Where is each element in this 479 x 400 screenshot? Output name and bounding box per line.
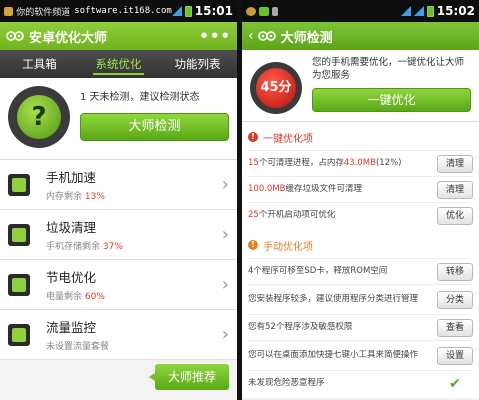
manual-optimize-section: ! 手动优化项 4个程序可移至SD卡，释放ROM空间 转移 您安装程序较多，建议…	[242, 230, 479, 398]
tab-feature-list[interactable]: 功能列表	[158, 50, 237, 78]
list-item: 15个可清理进程，占内存43.0MB(12%) 清理	[248, 150, 473, 176]
menu-item-title: 手机加速	[46, 170, 97, 185]
signal-icon	[413, 6, 424, 16]
move-to-sd-button[interactable]: 转移	[437, 262, 473, 281]
menu-item-junk-clean[interactable]: 垃圾清理 手机存储剩余 37% ›	[0, 210, 237, 260]
chevron-right-icon: ›	[221, 224, 229, 245]
list-item: 25个开机启动项可优化 优化	[248, 202, 473, 228]
menu-item-title: 流量监控	[46, 320, 97, 335]
menu-item-title: 垃圾清理	[46, 220, 97, 235]
item-text: 个可清理进程，占内存	[258, 158, 344, 168]
list-item: 您安装程序较多，建议使用程序分类进行管理 分类	[248, 284, 473, 314]
check-hint: 1 天未检测，建议检测状态	[80, 92, 200, 103]
owl-logo-icon	[257, 31, 276, 41]
one-click-optimize-button[interactable]: 一键优化	[312, 88, 471, 112]
list-item: 100.0MB缓存垃圾文件可清理 清理	[248, 176, 473, 202]
item-size: 100.0MB	[248, 184, 286, 194]
optimize-startup-button[interactable]: 优化	[437, 206, 473, 225]
menu-item-sub: 内存剩余	[46, 192, 85, 202]
left-phone-screen: 你的软件频道 software.it168.com 15:01 安卓优化大师 •…	[0, 0, 237, 400]
menu-item-sub: 手机存储剩余	[46, 242, 103, 252]
status-bar: 15:02	[242, 0, 479, 22]
chevron-right-icon: ›	[221, 174, 229, 195]
item-text: 个开机启动项可优化	[258, 210, 336, 220]
menu-item-sub: 电量剩余	[46, 292, 85, 302]
status-ring: ?	[8, 86, 70, 148]
app-title: 安卓优化大师	[29, 30, 108, 46]
warning-icon: !	[248, 240, 258, 250]
battery-icon	[426, 5, 434, 17]
view-permissions-button[interactable]: 查看	[437, 318, 473, 337]
menu-item-traffic-monitor[interactable]: 流量监控 未设置流量套餐 ›	[0, 310, 237, 360]
item-text: 缓存垃圾文件可清理	[285, 184, 363, 194]
status-time: 15:01	[194, 4, 233, 18]
phone-speed-icon	[8, 173, 30, 196]
status-bar: 你的软件频道 software.it168.com 15:01	[0, 0, 237, 22]
item-text: 您可以在桌面添加快捷七键小工具来简便操作	[248, 350, 419, 360]
menu-item-value: 37%	[102, 242, 123, 252]
item-text: 您安装程序较多，建议使用程序分类进行管理	[248, 294, 419, 304]
clean-cache-button[interactable]: 清理	[437, 180, 473, 199]
trash-icon	[8, 223, 30, 246]
menu-item-value: 60%	[84, 292, 105, 302]
owl-logo-icon	[6, 31, 24, 41]
optimize-menu: 手机加速 内存剩余 13% › 垃圾清理 手机存储剩余 37% › 节电优化 电…	[0, 160, 237, 360]
notification-icon	[4, 6, 14, 16]
signal-icon	[171, 6, 182, 16]
menu-item-phone-speedup[interactable]: 手机加速 内存剩余 13% ›	[0, 160, 237, 210]
recommend-button[interactable]: 大师推荐	[149, 364, 229, 390]
score-ring: 45分	[250, 62, 302, 114]
menu-item-value: 13%	[84, 192, 105, 202]
item-percent: (12%)	[375, 158, 402, 168]
watermark-cn: 你的软件频道	[16, 7, 71, 18]
section-heading: 一键优化项	[263, 133, 313, 145]
alert-icon: !	[248, 132, 258, 142]
menu-item-power-saving[interactable]: 节电优化 电量剩余 60% ›	[0, 260, 237, 310]
notification-icon	[246, 6, 256, 16]
checkmark-icon: ✔	[449, 375, 461, 392]
item-count: 15	[248, 158, 259, 168]
app-header: 安卓优化大师 •••	[0, 22, 237, 50]
watermark: software.it168.com	[74, 6, 172, 16]
categorize-button[interactable]: 分类	[437, 290, 473, 309]
score-panel: 45分 您的手机需要优化，一键优化让大师为您服务 一键优化	[242, 50, 479, 122]
back-arrow-icon[interactable]: ‹	[248, 28, 254, 44]
battery-saver-icon	[8, 273, 30, 296]
more-menu-icon[interactable]: •••	[199, 27, 231, 45]
usb-icon	[272, 6, 278, 16]
item-text: 4个程序可移至SD卡，释放ROM空间	[248, 266, 388, 276]
page-header: ‹ 大师检测	[242, 22, 479, 50]
tab-toolbox[interactable]: 工具箱	[0, 50, 79, 78]
score-message: 您的手机需要优化，一键优化让大师为您服务	[312, 57, 465, 81]
check-panel: ? 1 天未检测，建议检测状态 大师检测	[0, 78, 237, 160]
list-item: 未发现危险恶意程序 ✔	[248, 370, 473, 396]
master-check-button[interactable]: 大师检测	[80, 113, 229, 141]
chevron-right-icon: ›	[221, 324, 229, 345]
item-size: 43.0MB	[343, 158, 376, 168]
tab-system-optimize[interactable]: 系统优化	[79, 50, 158, 78]
android-icon	[259, 6, 269, 16]
clean-process-button[interactable]: 清理	[437, 154, 473, 173]
menu-item-title: 节电优化	[46, 270, 97, 285]
auto-optimize-section: ! 一键优化项 15个可清理进程，占内存43.0MB(12%) 清理 100.0…	[242, 122, 479, 230]
traffic-chart-icon	[8, 323, 30, 346]
wifi-icon	[400, 6, 411, 16]
score-value: 45分	[256, 68, 296, 108]
list-item: 您有52个程序涉及敏感权限 查看	[248, 314, 473, 340]
item-text: 未发现危险恶意程序	[248, 378, 325, 388]
right-phone-screen: 15:02 ‹ 大师检测 45分 您的手机需要优化，一键优化让大师为您服务 一键…	[242, 0, 479, 400]
item-count: 25	[248, 210, 259, 220]
section-heading: 手动优化项	[263, 241, 313, 253]
settings-button[interactable]: 设置	[437, 346, 473, 365]
question-icon: ?	[17, 95, 61, 139]
list-item: 4个程序可移至SD卡，释放ROM空间 转移	[248, 258, 473, 284]
tab-bar: 工具箱 系统优化 功能列表	[0, 50, 237, 78]
item-text: 您有52个程序涉及敏感权限	[248, 322, 353, 332]
list-item: 您可以在桌面添加快捷七键小工具来简便操作 设置	[248, 340, 473, 370]
menu-item-sub: 未设置流量套餐	[46, 342, 110, 352]
page-title: 大师检测	[280, 30, 333, 46]
status-time: 15:02	[436, 4, 475, 18]
chevron-right-icon: ›	[221, 274, 229, 295]
battery-icon	[184, 5, 192, 17]
